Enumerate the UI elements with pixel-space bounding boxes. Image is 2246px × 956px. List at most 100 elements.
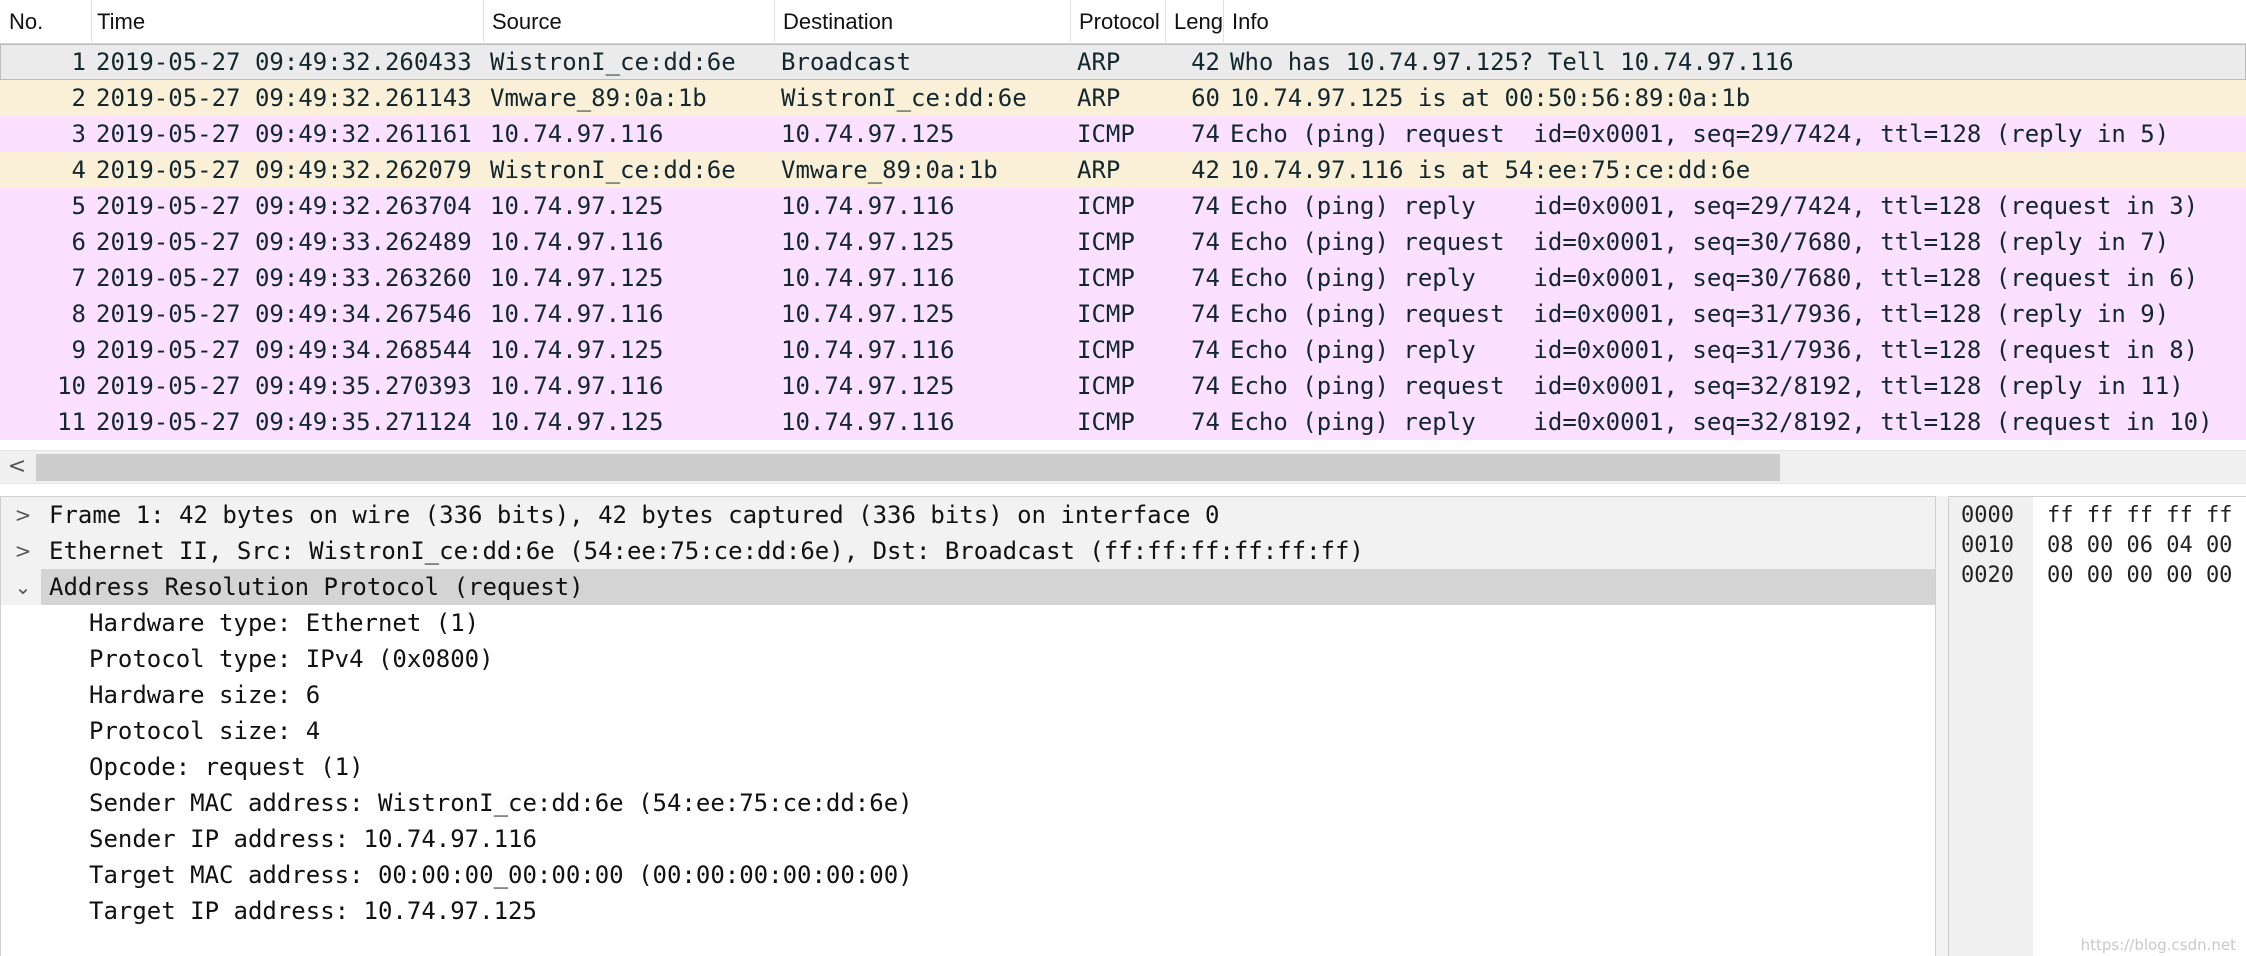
tree-field-row[interactable]: Protocol type: IPv4 (0x0800)	[1, 641, 1935, 677]
packet-info-cell: 10.74.97.116 is at 54:ee:75:ce:dd:6e	[1230, 156, 1751, 184]
packet-time-cell: 2019-05-27 09:49:34.267546	[96, 300, 472, 328]
packet-time-cell: 2019-05-27 09:49:35.270393	[96, 372, 472, 400]
arp-field-list: Hardware type: Ethernet (1) Protocol type…	[1, 605, 1935, 929]
tree-field-label: Sender IP address: 10.74.97.116	[89, 825, 537, 853]
packet-source-cell: WistronI_ce:dd:6e	[490, 48, 736, 76]
packet-source-cell: 10.74.97.116	[490, 300, 664, 328]
packet-source-cell: 10.74.97.125	[490, 192, 664, 220]
chevron-down-icon[interactable]: ⌄	[11, 569, 35, 605]
packet-row[interactable]: 5 2019-05-27 09:49:32.263704 10.74.97.125 1…	[0, 188, 2246, 224]
packet-row[interactable]: 2 2019-05-27 09:49:32.261143 Vmware_89:0a:…	[0, 80, 2246, 116]
packet-time-cell: 2019-05-27 09:49:33.263260	[96, 264, 472, 292]
tree-field-row[interactable]: Sender IP address: 10.74.97.116	[1, 821, 1935, 857]
packet-info-cell: Echo (ping) request id=0x0001, seq=29/74…	[1230, 120, 2170, 148]
packet-source-cell: 10.74.97.125	[490, 264, 664, 292]
packet-row[interactable]: 1 2019-05-27 09:49:32.260433 WistronI_ce:d…	[0, 44, 2246, 80]
tree-field-label: Protocol type: IPv4 (0x0800)	[89, 645, 494, 673]
packet-bytes-pane: 0000 ff ff ff ff ff 0010 08 00 06 04 00 0020…	[1948, 496, 2246, 956]
tree-node-frame[interactable]: > Frame 1: 42 bytes on wire (336 bits), …	[1, 497, 1935, 533]
packet-source-cell: 10.74.97.125	[490, 408, 664, 436]
hex-offset: 0000	[1961, 503, 2014, 528]
packet-info-cell: Echo (ping) request id=0x0001, seq=30/76…	[1230, 228, 2170, 256]
hex-bytes[interactable]: 08 00 06 04 00	[2047, 531, 2232, 561]
chevron-right-icon[interactable]: >	[11, 533, 35, 569]
packet-no-cell: 7	[71, 264, 86, 292]
packet-destination-cell: 10.74.97.116	[781, 264, 955, 292]
hex-bytes[interactable]: ff ff ff ff ff	[2047, 501, 2232, 531]
packet-info-cell: Echo (ping) request id=0x0001, seq=31/79…	[1230, 300, 2170, 328]
packet-length-cell: 74	[1191, 300, 1220, 328]
column-header-info[interactable]: Info	[1223, 0, 2246, 44]
packet-no-cell: 3	[71, 120, 86, 148]
packet-row[interactable]: 6 2019-05-27 09:49:33.262489 10.74.97.116 1…	[0, 224, 2246, 260]
hex-bytes[interactable]: 00 00 00 00 00	[2047, 561, 2232, 591]
tree-field-row[interactable]: Target MAC address: 00:00:00_00:00:00 (0…	[1, 857, 1935, 893]
column-header-length[interactable]: Leng	[1165, 0, 1224, 44]
column-header-time[interactable]: Time	[88, 0, 484, 44]
tree-field-label: Hardware type: Ethernet (1)	[89, 609, 480, 637]
hex-offset: 0020	[1961, 563, 2014, 588]
packet-row[interactable]: 4 2019-05-27 09:49:32.262079 WistronI_ce:d…	[0, 152, 2246, 188]
packet-destination-cell: 10.74.97.125	[781, 120, 955, 148]
packet-source-cell: 10.74.97.116	[490, 228, 664, 256]
packet-info-cell: Echo (ping) reply id=0x0001, seq=30/7680…	[1230, 264, 2199, 292]
packet-destination-cell: 10.74.97.125	[781, 300, 955, 328]
packet-list[interactable]: No. Time Source Destination Protocol Len…	[0, 0, 2246, 446]
column-header-bar: No. Time Source Destination Protocol Len…	[0, 0, 2246, 44]
packet-source-cell: WistronI_ce:dd:6e	[490, 156, 736, 184]
packet-time-cell: 2019-05-27 09:49:35.271124	[96, 408, 472, 436]
packet-destination-cell: 10.74.97.116	[781, 336, 955, 364]
packet-row[interactable]: 3 2019-05-27 09:49:32.261161 10.74.97.116 1…	[0, 116, 2246, 152]
chevron-right-icon[interactable]: >	[11, 497, 35, 533]
tree-node-ethernet[interactable]: > Ethernet II, Src: WistronI_ce:dd:6e (5…	[1, 533, 1935, 569]
tree-node-label: Address Resolution Protocol (request)	[41, 569, 1935, 605]
tree-field-label: Target MAC address: 00:00:00_00:00:00 (0…	[89, 861, 913, 889]
packet-protocol-cell: ICMP	[1077, 372, 1135, 400]
packet-destination-cell: WistronI_ce:dd:6e	[781, 84, 1027, 112]
packet-length-cell: 60	[1191, 84, 1220, 112]
column-header-destination[interactable]: Destination	[774, 0, 1071, 44]
packet-protocol-cell: ARP	[1077, 156, 1121, 184]
tree-field-row[interactable]: Hardware size: 6	[1, 677, 1935, 713]
packet-rows: 1 2019-05-27 09:49:32.260433 WistronI_ce:d…	[0, 44, 2246, 440]
packet-length-cell: 42	[1191, 48, 1220, 76]
packet-row[interactable]: 9 2019-05-27 09:49:34.268544 10.74.97.125 1…	[0, 332, 2246, 368]
packet-row[interactable]: 10 2019-05-27 09:49:35.270393 10.74.97.116…	[0, 368, 2246, 404]
horizontal-scrollbar[interactable]: <	[0, 450, 2246, 484]
packet-protocol-cell: ARP	[1077, 48, 1121, 76]
packet-time-cell: 2019-05-27 09:49:32.263704	[96, 192, 472, 220]
packet-time-cell: 2019-05-27 09:49:32.261143	[96, 84, 472, 112]
packet-protocol-cell: ARP	[1077, 84, 1121, 112]
packet-row[interactable]: 8 2019-05-27 09:49:34.267546 10.74.97.116 1…	[0, 296, 2246, 332]
packet-source-cell: Vmware_89:0a:1b	[490, 84, 707, 112]
packet-destination-cell: 10.74.97.125	[781, 372, 955, 400]
tree-node-arp[interactable]: ⌄ Address Resolution Protocol (request)	[1, 569, 1935, 605]
packet-no-cell: 11	[57, 408, 86, 436]
packet-time-cell: 2019-05-27 09:49:33.262489	[96, 228, 472, 256]
packet-length-cell: 74	[1191, 372, 1220, 400]
packet-time-cell: 2019-05-27 09:49:32.261161	[96, 120, 472, 148]
tree-field-row[interactable]: Opcode: request (1)	[1, 749, 1935, 785]
scrollbar-thumb[interactable]	[36, 454, 1780, 481]
packet-info-cell: Echo (ping) reply id=0x0001, seq=32/8192…	[1230, 408, 2213, 436]
packet-length-cell: 74	[1191, 408, 1220, 436]
column-header-no[interactable]: No.	[0, 0, 92, 44]
column-header-source[interactable]: Source	[483, 0, 775, 44]
packet-row[interactable]: 7 2019-05-27 09:49:33.263260 10.74.97.125 1…	[0, 260, 2246, 296]
packet-row[interactable]: 11 2019-05-27 09:49:35.271124 10.74.97.125…	[0, 404, 2246, 440]
packet-time-cell: 2019-05-27 09:49:34.268544	[96, 336, 472, 364]
tree-field-row[interactable]: Protocol size: 4	[1, 713, 1935, 749]
packet-protocol-cell: ICMP	[1077, 192, 1135, 220]
hex-offset: 0010	[1961, 533, 2014, 558]
column-header-protocol[interactable]: Protocol	[1070, 0, 1166, 44]
tree-field-row[interactable]: Target IP address: 10.74.97.125	[1, 893, 1935, 929]
packet-source-cell: 10.74.97.116	[490, 120, 664, 148]
packet-no-cell: 1	[71, 48, 86, 76]
tree-field-row[interactable]: Hardware type: Ethernet (1)	[1, 605, 1935, 641]
tree-field-row[interactable]: Sender MAC address: WistronI_ce:dd:6e (5…	[1, 785, 1935, 821]
packet-protocol-cell: ICMP	[1077, 408, 1135, 436]
packet-protocol-cell: ICMP	[1077, 300, 1135, 328]
packet-info-cell: Echo (ping) request id=0x0001, seq=32/81…	[1230, 372, 2184, 400]
pane-splitter[interactable]	[1936, 496, 1948, 956]
scroll-left-icon[interactable]: <	[0, 451, 34, 483]
